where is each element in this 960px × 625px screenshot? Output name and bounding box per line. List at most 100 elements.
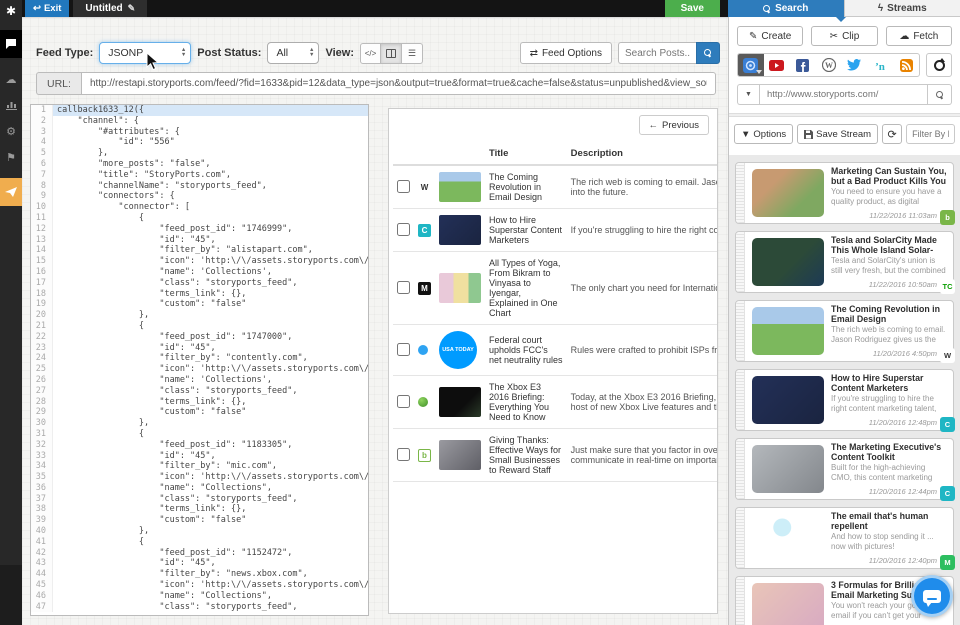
post-title: All Types of Yoga, From Bikram to Vinyas… xyxy=(485,251,567,325)
card-thumbnail xyxy=(752,445,824,493)
clip-button[interactable]: ✂ Clip xyxy=(811,26,878,46)
save-stream-button[interactable]: Save Stream xyxy=(797,124,879,144)
search-icon xyxy=(704,49,712,57)
n-network-icon[interactable]: ’n xyxy=(867,54,893,76)
app-screen: ✱ ☁ ⚙ ⚑ ↩ Exit Untitled ✎ Save Search ϟ … xyxy=(0,0,960,625)
cloud-icon[interactable]: ☁ xyxy=(0,66,22,92)
drag-handle[interactable] xyxy=(736,370,745,430)
table-row[interactable]: C How to Hire Superstar Content Marketer… xyxy=(393,208,717,252)
feed-type-select[interactable]: JSONP ▲ ▼ xyxy=(99,42,192,64)
edit-title-icon[interactable]: ✎ xyxy=(128,3,136,14)
search-posts-input[interactable] xyxy=(618,42,696,64)
rss-icon[interactable] xyxy=(893,54,919,76)
web-source-icon[interactable] xyxy=(738,54,764,76)
feed-url-input[interactable] xyxy=(80,72,716,95)
source-badge-xbox xyxy=(418,397,428,407)
left-rail: ✱ ☁ ⚙ ⚑ xyxy=(0,0,22,625)
drag-handle[interactable] xyxy=(736,577,745,625)
stream-card[interactable]: How to Hire Superstar Content Marketers … xyxy=(735,369,955,432)
post-thumbnail xyxy=(439,273,481,303)
messages-icon[interactable] xyxy=(0,30,22,58)
card-title: Marketing Can Sustain You, but a Bad Pro… xyxy=(831,166,947,186)
row-checkbox[interactable] xyxy=(397,222,410,236)
youtube-icon[interactable] xyxy=(764,54,790,76)
search-icon xyxy=(935,90,944,99)
post-title: The Coming Revolution in Email Design xyxy=(485,165,567,209)
analytics-icon[interactable] xyxy=(0,92,22,118)
post-title: Federal court upholds FCC's net neutrali… xyxy=(485,324,567,376)
column-title: Title xyxy=(485,143,567,166)
json-code-editor[interactable]: 1 callback1633_12({2 "channel": {3 "#attr… xyxy=(30,104,369,616)
post-status-select[interactable]: All ▲ ▼ xyxy=(267,42,320,64)
wordpress-icon[interactable]: W xyxy=(816,54,842,76)
row-checkbox[interactable] xyxy=(397,280,410,294)
table-row[interactable]: USA TODAY Federal court upholds FCC's ne… xyxy=(393,324,717,376)
row-checkbox[interactable] xyxy=(397,179,410,193)
row-checkbox[interactable] xyxy=(397,394,410,408)
stream-card[interactable]: The Coming Revolution in Email Design Th… xyxy=(735,300,955,363)
stream-url-search-button[interactable] xyxy=(928,84,952,105)
post-description: Today, at the Xbox E3 2016 Briefing, Tea… xyxy=(566,375,717,429)
feed-type-label: Feed Type: xyxy=(36,47,94,59)
main-area: Feed Type: JSONP ▲ ▼ Post Status: All ▲ ▼ … xyxy=(22,17,728,625)
row-checkbox[interactable] xyxy=(397,342,410,356)
feed-options-button[interactable]: ⇄ Feed Options xyxy=(519,42,612,64)
search-icon xyxy=(763,4,771,13)
filter-keyword-input[interactable] xyxy=(906,124,955,144)
post-description: If you're struggling to hire the right c… xyxy=(566,208,717,252)
row-checkbox[interactable] xyxy=(397,447,410,461)
chat-support-button[interactable] xyxy=(911,575,953,617)
tab-search[interactable]: Search xyxy=(728,0,844,17)
publish-icon[interactable] xyxy=(0,178,22,206)
options-button[interactable]: ▼ Options xyxy=(734,124,794,144)
drag-handle[interactable] xyxy=(736,232,745,292)
stream-card[interactable]: Tesla and SolarCity Made This Whole Isla… xyxy=(735,231,955,294)
stream-card[interactable]: Marketing Can Sustain You, but a Bad Pro… xyxy=(735,162,955,225)
table-row[interactable]: M All Types of Yoga, From Bikram to Viny… xyxy=(393,251,717,325)
drag-handle[interactable] xyxy=(736,163,745,223)
stream-url-input[interactable] xyxy=(759,84,928,105)
card-timestamp: 11/20/2016 12:48pm xyxy=(868,418,937,427)
exit-button[interactable]: ↩ Exit xyxy=(25,0,70,17)
view-list-toggle[interactable]: ☰ xyxy=(401,42,423,64)
facebook-icon[interactable] xyxy=(790,54,816,76)
table-row[interactable]: The Xbox E3 2016 Briefing: Everything Yo… xyxy=(393,375,717,429)
table-row[interactable]: b Giving Thanks: Effective Ways for Smal… xyxy=(393,428,717,482)
drag-handle[interactable] xyxy=(736,301,745,361)
post-thumbnail xyxy=(439,440,481,470)
url-dropdown-caret[interactable]: ▼ xyxy=(737,84,759,105)
stream-action-row: ✎ Create ✂ Clip ☁ Fetch xyxy=(729,17,960,53)
document-tab[interactable]: Untitled ✎ xyxy=(73,0,148,17)
card-description: The rich web is coming to email. Jason R… xyxy=(831,325,946,344)
create-button[interactable]: ✎ Create xyxy=(737,26,804,46)
svg-text:’n: ’n xyxy=(875,61,885,72)
fetch-button[interactable]: ☁ Fetch xyxy=(885,26,952,46)
search-posts-button[interactable] xyxy=(696,42,720,64)
view-code-toggle[interactable]: </> xyxy=(359,42,381,64)
stream-url-group: ▼ xyxy=(737,84,952,105)
drag-handle[interactable] xyxy=(736,508,745,568)
save-button[interactable]: Save xyxy=(664,0,720,17)
previous-page-button[interactable]: ← Previous xyxy=(638,115,709,135)
view-split-toggle[interactable] xyxy=(380,42,402,64)
exit-arrow-icon: ↩ xyxy=(33,3,41,14)
card-title: The email that's human repellent xyxy=(831,511,929,531)
funnel-icon: ▼ xyxy=(741,128,751,140)
card-source-badge: M xyxy=(940,555,955,570)
twitter-icon[interactable] xyxy=(841,54,867,76)
flag-icon[interactable]: ⚑ xyxy=(0,144,22,170)
stream-card[interactable]: The Marketing Executive's Content Toolki… xyxy=(735,438,955,501)
card-title: Tesla and SolarCity Made This Whole Isla… xyxy=(831,235,937,255)
rail-bottom xyxy=(0,565,22,625)
sources-settings-button[interactable] xyxy=(926,53,952,77)
drag-handle[interactable] xyxy=(736,439,745,499)
settings-gear-icon[interactable]: ⚙ xyxy=(0,118,22,144)
card-thumbnail xyxy=(752,583,824,625)
stream-card[interactable]: The email that's human repellent And how… xyxy=(735,507,955,570)
post-thumbnail xyxy=(439,387,481,417)
top-bar: ↩ Exit Untitled ✎ Save xyxy=(22,0,728,17)
power-ring-icon xyxy=(933,57,945,71)
tab-streams[interactable]: ϟ Streams xyxy=(843,0,960,17)
table-row[interactable]: W The Coming Revolution in Email Design … xyxy=(393,165,717,209)
refresh-button[interactable]: ⟳ xyxy=(882,124,903,144)
